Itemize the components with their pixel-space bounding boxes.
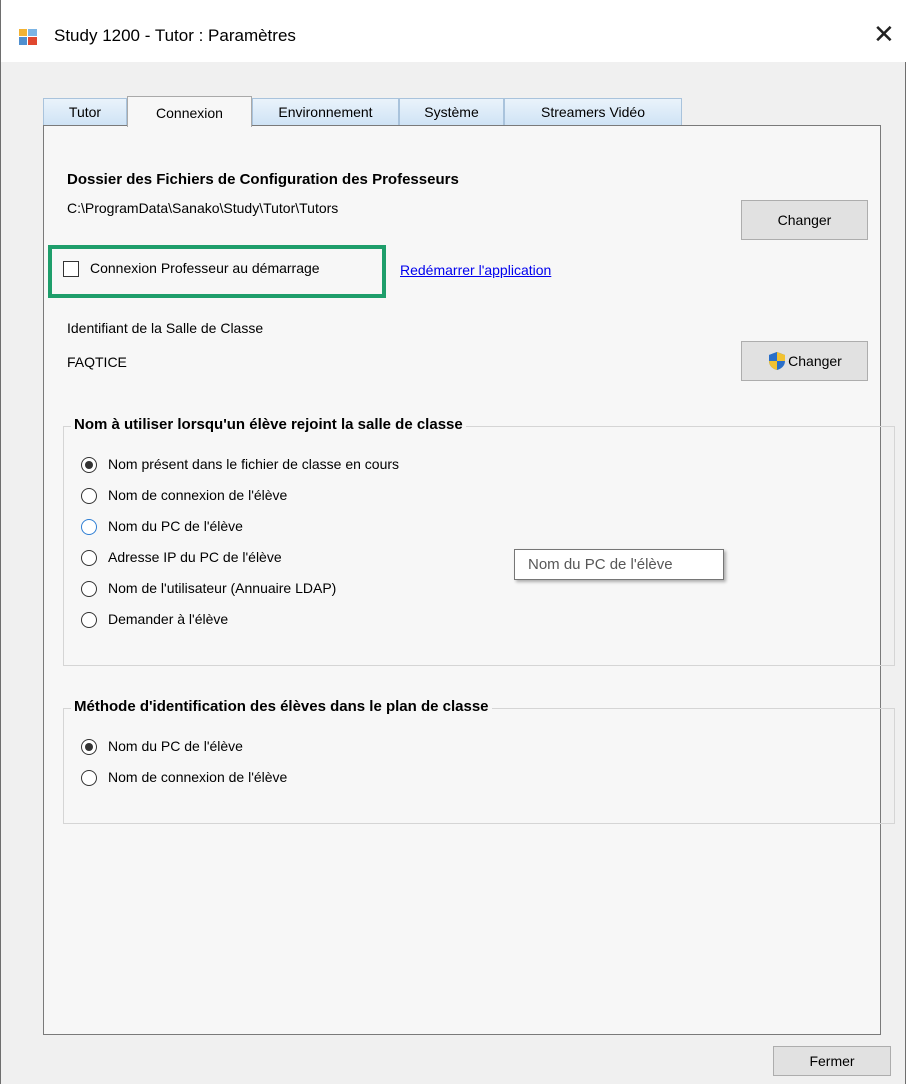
tab-systeme[interactable]: Système: [399, 98, 504, 125]
radio-name-from-class-file[interactable]: [81, 457, 97, 473]
tab-panel-connexion: Dossier des Fichiers de Configuration de…: [43, 125, 895, 1035]
title-bar: Study 1200 - Tutor : Paramètres ✕: [1, 0, 906, 62]
radio-id-login-name[interactable]: [81, 770, 97, 786]
radio-label[interactable]: Demander à l'élève: [108, 611, 228, 627]
tab-streamers-video[interactable]: Streamers Vidéo: [504, 98, 682, 125]
radio-student-pc-ip[interactable]: [81, 550, 97, 566]
tab-strip: Tutor Connexion Environnement Système St…: [43, 96, 683, 127]
classroom-id-value: FAQTICE: [67, 354, 127, 370]
window-title: Study 1200 - Tutor : Paramètres: [54, 26, 296, 45]
close-window-icon[interactable]: ✕: [873, 19, 895, 49]
student-name-group-legend: Nom à utiliser lorsqu'un élève rejoint l…: [71, 416, 466, 433]
config-folder-heading: Dossier des Fichiers de Configuration de…: [67, 171, 459, 188]
radio-label[interactable]: Nom du PC de l'élève: [108, 518, 243, 534]
radio-student-login-name[interactable]: [81, 488, 97, 504]
config-folder-path: C:\ProgramData\Sanako\Study\Tutor\Tutors: [67, 200, 339, 216]
change-classroom-button[interactable]: Changer: [741, 341, 868, 381]
teacher-login-label[interactable]: Connexion Professeur au démarrage: [90, 260, 320, 276]
uac-shield-icon: [769, 351, 786, 370]
identification-group-legend: Méthode d'identification des élèves dans…: [71, 698, 492, 715]
radio-id-pc-name[interactable]: [81, 739, 97, 755]
close-button[interactable]: Fermer: [773, 1046, 891, 1076]
tab-connexion[interactable]: Connexion: [127, 96, 252, 127]
tab-environnement[interactable]: Environnement: [252, 98, 399, 125]
tooltip: Nom du PC de l'élève: [514, 549, 724, 580]
radio-label[interactable]: Nom présent dans le fichier de classe en…: [108, 456, 399, 472]
radio-student-pc-name[interactable]: [81, 519, 97, 535]
change-folder-button[interactable]: Changer: [741, 200, 868, 240]
radio-label[interactable]: Nom de l'utilisateur (Annuaire LDAP): [108, 580, 336, 596]
radio-ldap-user-name[interactable]: [81, 581, 97, 597]
tab-tutor[interactable]: Tutor: [43, 98, 127, 125]
change-classroom-label: Changer: [788, 353, 842, 369]
app-icon: [19, 29, 37, 45]
restart-app-link[interactable]: Redémarrer l'application: [400, 262, 551, 278]
settings-window: Study 1200 - Tutor : Paramètres ✕ Tutor …: [0, 0, 906, 1084]
classroom-id-label: Identifiant de la Salle de Classe: [67, 320, 264, 336]
radio-ask-student[interactable]: [81, 612, 97, 628]
radio-label[interactable]: Nom du PC de l'élève: [108, 738, 243, 754]
radio-label[interactable]: Nom de connexion de l'élève: [108, 487, 287, 503]
radio-label[interactable]: Nom de connexion de l'élève: [108, 769, 287, 785]
teacher-login-checkbox[interactable]: [63, 261, 79, 277]
radio-label[interactable]: Adresse IP du PC de l'élève: [108, 549, 282, 565]
identification-method-group: [63, 708, 895, 824]
